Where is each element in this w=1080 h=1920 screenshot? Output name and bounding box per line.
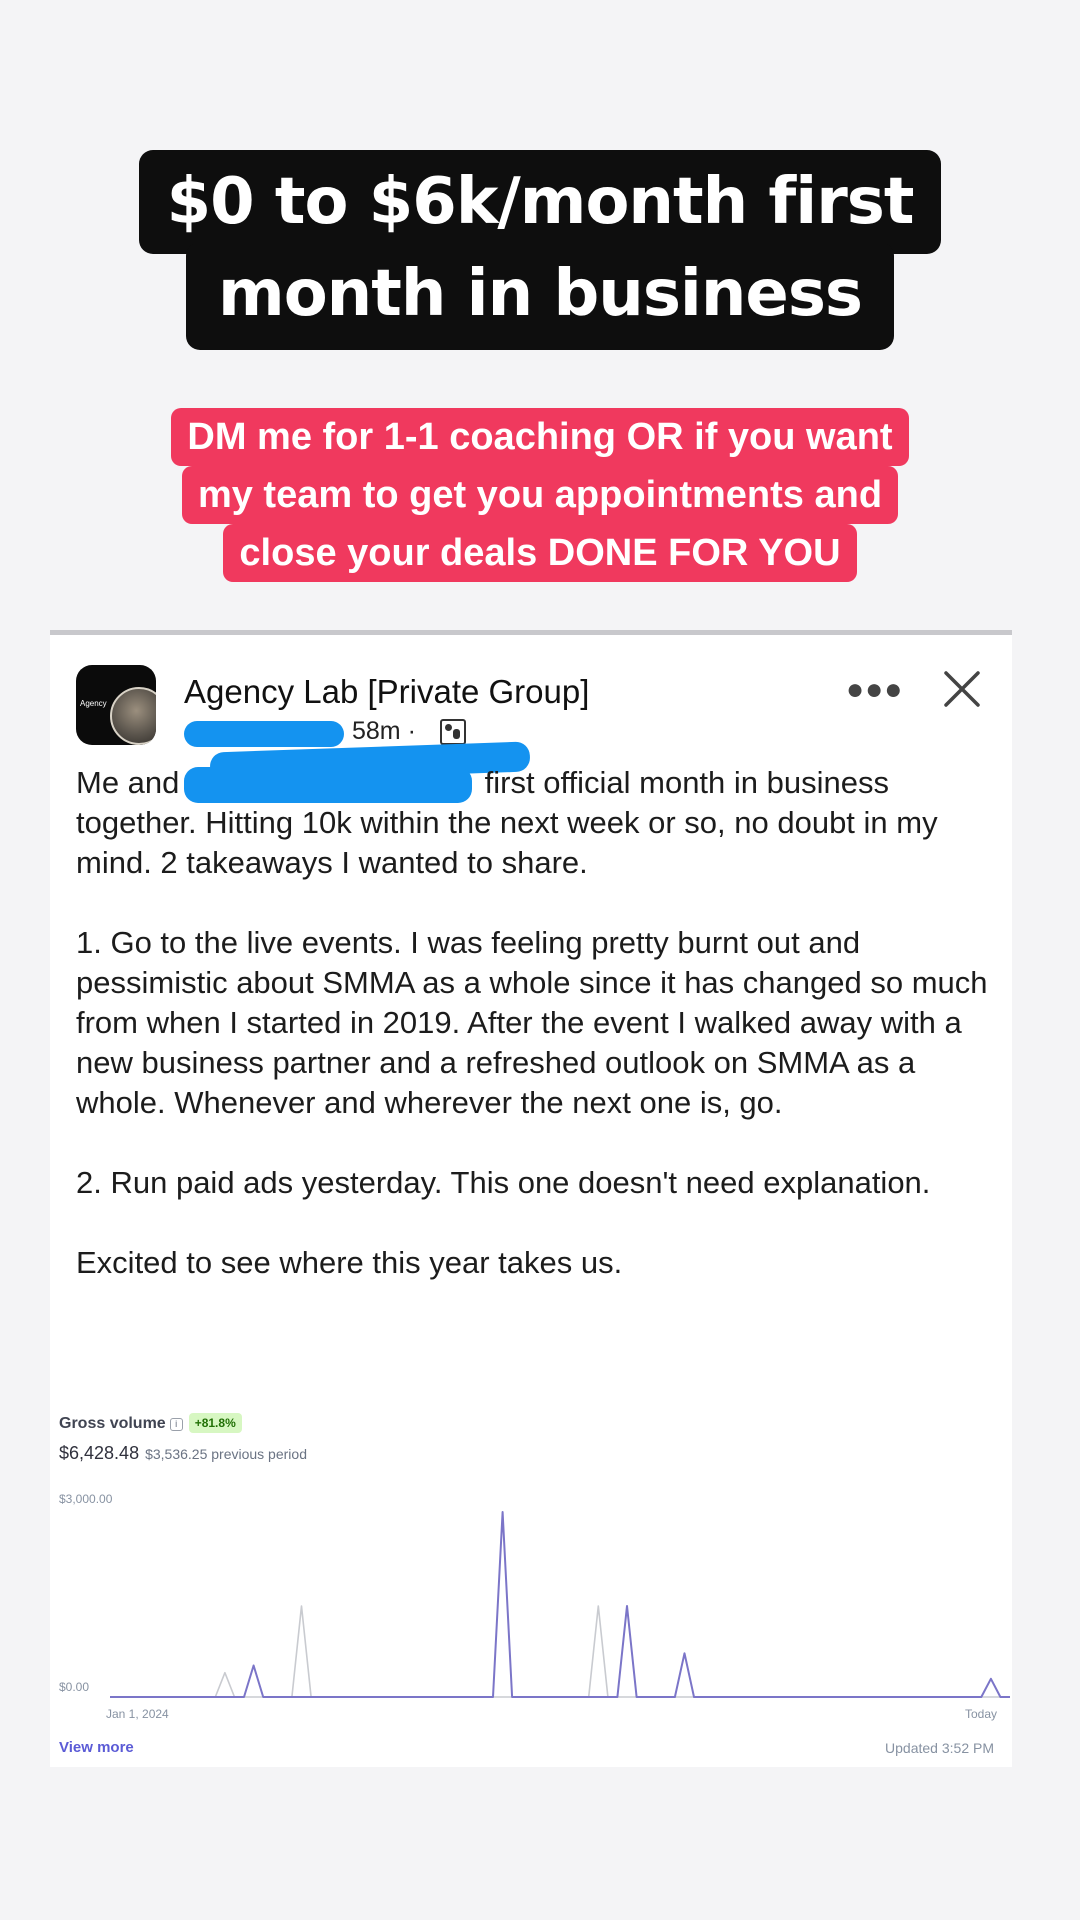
more-dots-icon[interactable]: ●●● xyxy=(846,675,903,705)
view-more-link[interactable]: View more xyxy=(59,1739,134,1756)
post-paragraph-1: Me and first official month in business … xyxy=(76,763,996,883)
cta-line-1: DM me for 1-1 coaching OR if you want xyxy=(171,408,909,466)
avatar-label: Agency xyxy=(80,699,107,708)
redacted-partner-name xyxy=(184,767,472,803)
cta-line-2: my team to get you appointments and xyxy=(181,466,899,524)
y-tick-label: $3,000.00 xyxy=(59,1492,113,1506)
group-avatar[interactable]: Agency xyxy=(76,665,156,745)
redacted-author xyxy=(184,721,344,747)
close-icon[interactable] xyxy=(942,669,982,709)
x-tick-label: Jan 1, 2024 xyxy=(106,1707,169,1721)
post-paragraph-1-start: Me and xyxy=(76,765,180,800)
headline: $0 to $6k/month first month in business xyxy=(0,150,1080,350)
series-line-previous xyxy=(110,1605,1010,1698)
avatar-photo xyxy=(110,687,156,745)
group-name[interactable]: Agency Lab [Private Group] xyxy=(184,673,589,711)
post-paragraph-4: Excited to see where this year takes us. xyxy=(76,1245,623,1280)
x-tick-label: Today xyxy=(965,1707,997,1721)
series-line-current xyxy=(110,1511,1010,1698)
cta-line-3: close your deals DONE FOR YOU xyxy=(223,524,857,582)
post-paragraph-2: 1. Go to the live events. I was feeling … xyxy=(76,925,988,1120)
headline-line-1: $0 to $6k/month first xyxy=(138,150,942,254)
y-tick-label: $0.00 xyxy=(59,1680,89,1694)
gross-volume-chart: $3,000.00 $0.00 Jan 1, 2024 Today xyxy=(59,1492,1010,1721)
updated-timestamp: Updated 3:52 PM xyxy=(885,1740,994,1756)
gross-volume-panel: Gross volume i +81.8% $6,428.48 $3,536.25 p… xyxy=(50,1381,1012,1763)
group-privacy-icon xyxy=(440,719,466,745)
cta-banner: DM me for 1-1 coaching OR if you want my… xyxy=(0,408,1080,582)
post-body: Me and first official month in business … xyxy=(76,763,996,1323)
post-paragraph-3: 2. Run paid ads yesterday. This one does… xyxy=(76,1165,931,1200)
post-time: 58m · xyxy=(352,717,416,745)
headline-line-2: month in business xyxy=(186,242,894,350)
